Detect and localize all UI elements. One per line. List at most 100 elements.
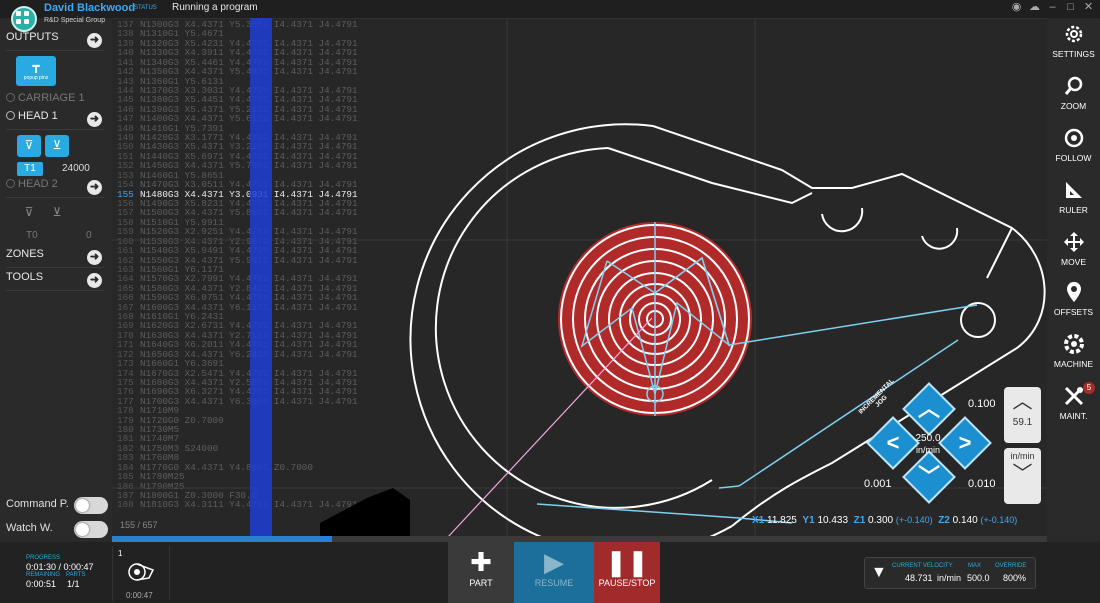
- carriage-radio[interactable]: [6, 93, 15, 102]
- program-view[interactable]: 137 N1300G3 X4.4371 Y5.3651 I4.4371 J4.47…: [112, 18, 1047, 542]
- move-button[interactable]: MOVE: [1047, 226, 1100, 278]
- x-coordinate: 11.825: [767, 515, 797, 526]
- command-toggle-row: Command P.: [6, 497, 110, 514]
- part-button[interactable]: ✚ PART: [448, 542, 514, 603]
- zoom-button[interactable]: ZOOM: [1047, 70, 1100, 122]
- job-thumbnail[interactable]: 1 0:00:47: [112, 546, 170, 601]
- settings-button[interactable]: SETTINGS: [1047, 18, 1100, 70]
- outputs-section[interactable]: OUTPUTS ➜: [6, 31, 104, 51]
- user-status[interactable]: STATUS: [134, 5, 157, 11]
- velocity-panel: ▼ CURRENT VELOCITY 48.731 in/min MAX 500…: [864, 557, 1036, 589]
- maint-button[interactable]: 5 MAINT.: [1047, 380, 1100, 432]
- offsets-button[interactable]: OFFSETS: [1047, 276, 1100, 328]
- spindle-tool-icon[interactable]: ⊽: [17, 135, 41, 157]
- zones-label: ZONES: [6, 248, 44, 260]
- plus-icon: ✚: [470, 547, 492, 577]
- bottom-bar: PROGRESS 0:01:30 / 0:00:47 REMAINING 0:0…: [0, 542, 1100, 603]
- resume-button[interactable]: ▶ RESUME: [514, 542, 594, 603]
- arrow-right-icon[interactable]: ➜: [87, 112, 102, 127]
- tools-section[interactable]: TOOLS ➜: [6, 271, 104, 291]
- popup-pins-button[interactable]: ┳ popup pins: [16, 56, 56, 86]
- play-icon: ▶: [544, 547, 564, 577]
- part-label: PART: [469, 578, 493, 588]
- watch-toggle[interactable]: [74, 521, 108, 538]
- velocity-label: CURRENT VELOCITY: [892, 563, 953, 569]
- jog-feed: 250.0: [915, 433, 941, 444]
- maximize-icon[interactable]: □: [1065, 2, 1076, 13]
- y-coordinate: 10.433: [817, 515, 849, 526]
- user-name[interactable]: David Blackwood: [44, 2, 135, 14]
- refresh-icon[interactable]: ◉: [1011, 2, 1022, 13]
- maint-label: MAINT.: [1059, 411, 1088, 421]
- spindle-tool-icon[interactable]: ⊽: [17, 202, 41, 224]
- machine-label: MACHINE: [1053, 359, 1094, 369]
- settings-label: SETTINGS: [1052, 49, 1095, 59]
- job-time: 0:00:47: [126, 591, 153, 600]
- zones-section[interactable]: ZONES ➜: [6, 248, 104, 268]
- cnc-app: David Blackwood STATUS Running a program…: [0, 0, 1100, 603]
- minimize-icon[interactable]: –: [1047, 2, 1058, 13]
- filter-icon[interactable]: ▼: [871, 564, 887, 582]
- close-icon[interactable]: ✕: [1083, 2, 1094, 13]
- org-name: R&D Special Group: [44, 17, 106, 24]
- z1-offset: (+-0.140): [895, 515, 933, 525]
- coordinate-readout: X1 11.825 Y1 10.433 Z1 0.300 (+-0.140) Z…: [752, 515, 1017, 526]
- pins-icon: ┳: [32, 59, 40, 73]
- window-controls: ◉ ☁ – □ ✕: [1011, 2, 1094, 13]
- head1-label: HEAD 1: [18, 110, 58, 122]
- head1-section[interactable]: HEAD 1 ➜: [6, 110, 104, 130]
- jog-step-left[interactable]: 0.001: [864, 478, 892, 490]
- follow-button[interactable]: FOLLOW: [1047, 122, 1100, 174]
- max-label: MAX: [968, 563, 982, 569]
- speed-down-button[interactable]: in/min ﹀: [1004, 448, 1041, 504]
- arrow-right-icon[interactable]: ➜: [87, 33, 102, 48]
- arrow-right-icon[interactable]: ➜: [87, 180, 102, 195]
- max-value: 500.0: [967, 573, 990, 583]
- run-status: Running a program: [172, 2, 258, 13]
- jog-step-top[interactable]: 0.100: [968, 398, 996, 410]
- machine-button[interactable]: MACHINE: [1047, 328, 1100, 380]
- head2-radio[interactable]: [6, 179, 15, 188]
- chevron-up-icon: ︿: [917, 396, 940, 421]
- z2-axis-label: Z2: [938, 515, 950, 526]
- remaining-value: 0:00:51: [26, 579, 57, 589]
- carriage-row[interactable]: CARRIAGE 1: [6, 92, 104, 112]
- move-label: MOVE: [1060, 257, 1087, 267]
- move-icon: [1063, 232, 1084, 252]
- arrow-right-icon[interactable]: ➜: [87, 273, 102, 288]
- job-number: 1: [118, 549, 123, 558]
- chevron-down-icon: ﹀: [1012, 463, 1033, 485]
- z2-offset: (+-0.140): [980, 515, 1018, 525]
- head2-tool: T0: [26, 230, 38, 241]
- left-sidebar: OUTPUTS ➜ ┳ popup pins CARRIAGE 1 HEAD 1…: [0, 28, 112, 542]
- speed-up-button[interactable]: ︿ 59.1: [1004, 387, 1041, 443]
- laser-tool-icon[interactable]: ⊻: [45, 135, 69, 157]
- x-axis-label: X1: [752, 515, 765, 526]
- command-toggle[interactable]: [74, 497, 108, 514]
- override-value: 800%: [1003, 573, 1027, 583]
- progress-label: PROGRESS: [26, 555, 61, 561]
- z2-coordinate: 0.140: [952, 515, 978, 526]
- parts-label: PARTS: [66, 572, 86, 578]
- pause-stop-button[interactable]: ❚❚ PAUSE/STOP: [594, 542, 660, 603]
- arrow-right-icon[interactable]: ➜: [87, 250, 102, 265]
- toolpath-canvas[interactable]: [112, 18, 1047, 542]
- progress-value: 0:01:30 / 0:00:47: [26, 562, 94, 572]
- velocity-unit: in/min: [937, 573, 962, 583]
- line-counter: 155 / 657: [120, 520, 158, 530]
- unit-label: in/min: [1010, 451, 1035, 461]
- ruler-label: RULER: [1059, 205, 1088, 215]
- cloud-icon[interactable]: ☁: [1029, 2, 1040, 13]
- right-toolbar: SETTINGS ZOOM FOLLOW RULER MOVE OFFSETS …: [1047, 18, 1100, 542]
- head1-tool-chip[interactable]: T1: [17, 162, 43, 176]
- settings-icon: [1065, 25, 1082, 43]
- command-label: Command P.: [6, 498, 69, 510]
- head2-section[interactable]: HEAD 2 ➜: [6, 178, 104, 198]
- ruler-button[interactable]: RULER: [1047, 174, 1100, 226]
- jog-step-right[interactable]: 0.010: [968, 478, 996, 490]
- z1-coordinate: 0.300: [868, 515, 894, 526]
- y-axis-label: Y1: [802, 515, 815, 526]
- laser-tool-icon[interactable]: ⊻: [45, 202, 69, 224]
- parts-value: 1/1: [67, 579, 80, 589]
- head1-radio[interactable]: [6, 111, 15, 120]
